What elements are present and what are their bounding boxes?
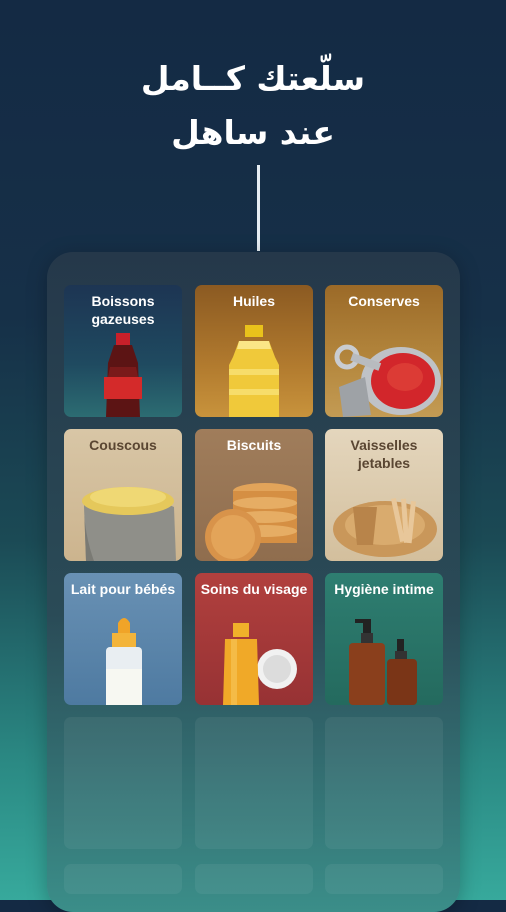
category-tile-soft-drinks[interactable]: Boissons gazeuses [64, 285, 182, 417]
headline-line-2: عند ساهل [171, 113, 335, 152]
category-label: Hygiène intime [334, 581, 434, 597]
category-tile-disposable-tableware[interactable]: Vaisselles jetables [325, 429, 443, 561]
headline-line-1: سلّعتك كــامل [140, 59, 366, 98]
category-label: Couscous [89, 437, 157, 453]
category-label: Lait pour bébés [70, 581, 176, 597]
placeholder-tile [195, 717, 313, 849]
category-label: Soins du visage [200, 581, 308, 597]
placeholder-tile [325, 717, 443, 849]
connector-line [257, 165, 260, 251]
category-tile-couscous[interactable]: Couscous [64, 429, 182, 561]
phone-panel: Boissons gazeuses Huiles Conserves Cousc… [47, 252, 460, 912]
category-label: Boissons gazeuses [91, 293, 155, 327]
placeholder-tile [64, 864, 182, 894]
category-label: Vaisselles jetables [350, 437, 418, 471]
placeholder-tile [325, 864, 443, 894]
category-tile-face-care[interactable]: Soins du visage [195, 573, 313, 705]
placeholder-tile [64, 717, 182, 849]
category-label: Conserves [348, 293, 420, 309]
category-label: Biscuits [226, 437, 282, 453]
placeholder-tile [195, 864, 313, 894]
category-tile-canned-goods[interactable]: Conserves [325, 285, 443, 417]
category-tile-baby-milk[interactable]: Lait pour bébés [64, 573, 182, 705]
category-tile-intimate-hygiene[interactable]: Hygiène intime [325, 573, 443, 705]
category-tile-biscuits[interactable]: Biscuits [195, 429, 313, 561]
headline: سلّعتك كــامل عند ساهل [0, 52, 506, 160]
category-label: Huiles [232, 293, 275, 309]
category-tile-oils[interactable]: Huiles [195, 285, 313, 417]
